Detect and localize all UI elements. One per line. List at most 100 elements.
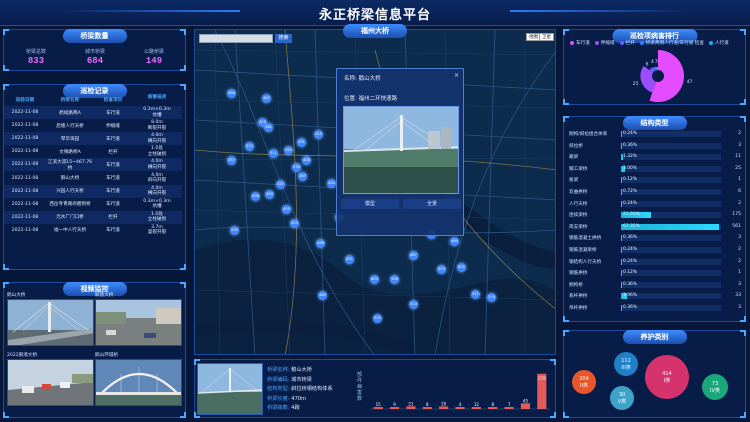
maintenance-bubble[interactable]: 112 III类 (614, 352, 638, 376)
map-type-satellite[interactable]: 卫星 (539, 33, 554, 41)
map-marker[interactable]: 451 (345, 255, 354, 264)
maintenance-class: V类 (617, 398, 627, 405)
map-marker[interactable]: 480 (450, 237, 459, 246)
maintenance-bubble[interactable]: 414 I类 (645, 355, 689, 399)
map-marker[interactable]: 556 (390, 275, 399, 284)
map-marker[interactable]: 502 (457, 263, 466, 272)
table-row[interactable]: 2022-11-08 元水厂门口桥 栏杆 1.0处 立柱破损 (4, 210, 182, 224)
structure-row[interactable]: 人行天桥 0.24% 2 (567, 200, 743, 210)
map-marker[interactable]: 312 (471, 290, 480, 299)
map-marker[interactable]: 325 (276, 180, 285, 189)
map-marker[interactable]: 374 (487, 293, 496, 302)
structure-row[interactable]: 双曲拱桥 0.72% 6 (567, 188, 743, 198)
structure-row[interactable]: 吊杆拱桥 0.36% 3 (567, 304, 743, 314)
bridge-map[interactable]: 5684675113255763424083673494105234664554… (194, 29, 556, 355)
map-marker[interactable]: 568 (227, 89, 236, 98)
map-search-input[interactable] (199, 34, 273, 43)
structure-percent: 0.36% (623, 142, 637, 148)
map-marker[interactable]: 609 (370, 275, 379, 284)
table-row[interactable]: 2022-11-08 西岳寺青路商圈到桥 车行道 0.3m×0.3m 坑槽 (4, 198, 182, 211)
structure-percent: 67.35% (623, 223, 640, 229)
map-marker[interactable]: 467 (262, 94, 271, 103)
popup-panorama-button[interactable]: 全景 (403, 199, 461, 209)
map-marker[interactable]: 510 (409, 300, 418, 309)
map-marker[interactable]: 410 (282, 205, 291, 214)
structure-track: 0.24% (621, 200, 721, 207)
structure-row[interactable]: 刚构/斜拉组合体系 0.24% 2 (567, 130, 743, 140)
map-marker[interactable]: 367 (298, 172, 307, 181)
legend-item[interactable]: 桥梁两侧人行道/车行道 检查 (639, 40, 704, 46)
map-marker[interactable]: 440 (327, 179, 336, 188)
map-marker[interactable]: 498 (251, 192, 260, 201)
maintenance-bubble[interactable]: 73 IV类 (702, 374, 728, 400)
map-marker[interactable]: 391 (297, 138, 306, 147)
table-row[interactable]: 2022-11-08 福一中人行天桥 车行道 3.7m 竖裂开裂 (4, 224, 182, 237)
close-icon[interactable]: × (454, 72, 459, 79)
structure-count: 561 (732, 223, 741, 229)
table-row[interactable]: 2022-11-08 鹅山大桥 车行道 4.0m 斜向开裂 (4, 171, 182, 184)
video-feed-3[interactable]: 2022鹅渚大桥 (7, 352, 94, 406)
map-marker[interactable]: 342 (284, 146, 293, 155)
structure-row[interactable]: 系杆拱桥 3.96% 33 (567, 292, 743, 302)
legend-item[interactable]: 车行道 (570, 40, 590, 46)
map-marker[interactable]: 466 (316, 239, 325, 248)
structure-row[interactable]: 钢筋拱桥 0.12% 1 (567, 269, 743, 279)
structure-row[interactable]: 简支梁桥 67.35% 561 (567, 223, 743, 233)
maintenance-bubble[interactable]: 204 II类 (572, 370, 596, 394)
popup-model-button[interactable]: 模型 (341, 199, 399, 209)
popup-name: 名称: 鹅山大桥 (344, 76, 381, 82)
structure-row[interactable]: 钢结构人行天桥 0.24% 2 (567, 258, 743, 268)
map-marker[interactable]: 511 (269, 149, 278, 158)
video-feed-1[interactable]: 鹅山大桥 (7, 292, 94, 346)
table-row[interactable]: 2022-11-08 江滨大道15~467.76桥 车行道 4.0m 横向开裂 (4, 158, 182, 172)
map-marker[interactable]: 512 (245, 142, 254, 151)
legend-item[interactable]: 栏杆 (619, 40, 635, 46)
structure-track: 0.24% (621, 247, 721, 253)
structure-row[interactable]: 刚构桥 0.36% 3 (567, 281, 743, 291)
map-marker[interactable]: 460 (318, 291, 327, 300)
stat-total: 桥梁总数 833 (25, 49, 46, 66)
map-marker[interactable]: 315 (314, 130, 323, 139)
legend-item[interactable]: 伸缩缝 (594, 40, 615, 46)
structure-count: 1 (738, 177, 741, 183)
structure-row[interactable]: 连续梁桥 21.01% 175 (567, 211, 743, 221)
structure-row[interactable]: 箱梁 1.32% 11 (567, 153, 743, 163)
table-row[interactable]: 2022-11-08 兴园人行天桥 车行道 4.0m 横向开裂 (4, 184, 182, 198)
map-marker[interactable]: 533 (230, 226, 239, 235)
info-key: 结构类型: (267, 386, 290, 392)
ranking-value-label: 25 (633, 81, 639, 87)
map-marker[interactable]: 587 (227, 156, 236, 165)
structure-fill (621, 235, 622, 242)
structure-row[interactable]: 钢工梁桥 3.00% 25 (567, 165, 743, 175)
video-feed-4[interactable]: 鹅山环城桥 (95, 352, 182, 406)
table-cell-desc: 4.0m 横向开裂 (147, 133, 167, 144)
structure-row[interactable]: 钢筋混凝梁桥 0.24% 2 (567, 246, 743, 256)
chart-data-label: 8 (491, 402, 494, 407)
table-row[interactable]: 2022-11-08 琴华海园 车行道 4.0m 横向开裂 (4, 132, 182, 146)
bridge-info-photo (197, 363, 263, 415)
map-marker[interactable]: 520 (373, 314, 382, 323)
structure-track: 0.36% (621, 305, 721, 311)
structure-percent: 0.24% (623, 200, 637, 206)
map-marker[interactable]: 576 (292, 163, 301, 172)
table-row[interactable]: 2022-11-08 鹤岐路两A 车行道 0.3m×0.3m 坑槽 (4, 106, 182, 120)
structure-count: 6 (738, 189, 741, 194)
map-marker[interactable]: 408 (302, 156, 311, 165)
legend-item[interactable]: 人行道 (708, 40, 729, 46)
maintenance-bubble[interactable]: 30 V类 (610, 386, 634, 410)
map-marker[interactable]: 361 (264, 123, 273, 132)
structure-fill (621, 258, 622, 265)
map-marker[interactable]: 487 (409, 251, 418, 260)
structure-row[interactable]: 钢筋混凝土拱桥 0.36% 3 (567, 234, 743, 244)
table-row[interactable]: 2022-11-08 后塘人行天桥 伸缩缝 8.0m 断裂开裂 (4, 119, 182, 132)
table-row[interactable]: 2022-11-08 文殊路桥A 栏杆 1.0处 立柱破损 (4, 145, 182, 158)
map-search-button[interactable]: 搜索 (275, 34, 292, 43)
structure-count: 3 (738, 235, 741, 241)
video-feed-2[interactable]: 解放大桥 (95, 292, 182, 346)
map-marker[interactable]: 349 (265, 190, 274, 199)
structure-row[interactable]: 板梁 0.12% 1 (567, 176, 743, 186)
map-marker[interactable]: 523 (290, 219, 299, 228)
map-marker[interactable]: 553 (437, 265, 446, 274)
structure-row[interactable]: 斜拉桥 0.36% 3 (567, 142, 743, 152)
table-cell-date: 2022-11-08 (11, 188, 39, 194)
